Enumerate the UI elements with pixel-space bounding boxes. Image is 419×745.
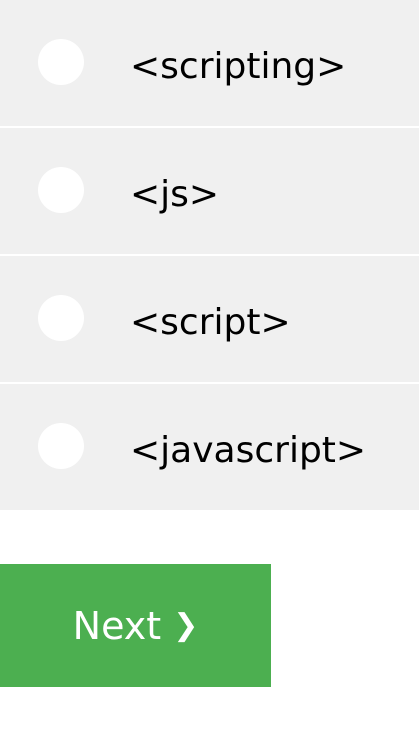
answer-option-javascript[interactable]: <javascript>	[0, 384, 419, 510]
next-button[interactable]: Next ❯	[0, 564, 271, 687]
option-label: <js>	[130, 174, 220, 215]
answer-option-script[interactable]: <script>	[0, 256, 419, 382]
answer-option-js[interactable]: <js>	[0, 128, 419, 254]
radio-button[interactable]	[38, 423, 84, 469]
radio-button[interactable]	[38, 167, 84, 213]
chevron-right-icon: ❯	[173, 607, 199, 643]
option-label: <script>	[130, 302, 291, 343]
answer-option-scripting[interactable]: <scripting>	[0, 0, 419, 126]
option-label: <javascript>	[130, 430, 367, 471]
option-label: <scripting>	[130, 46, 347, 87]
radio-button[interactable]	[38, 39, 84, 85]
radio-button[interactable]	[38, 295, 84, 341]
answer-options-list: <scripting> <js> <script> <javascript>	[0, 0, 419, 510]
next-button-label: Next	[72, 603, 162, 648]
